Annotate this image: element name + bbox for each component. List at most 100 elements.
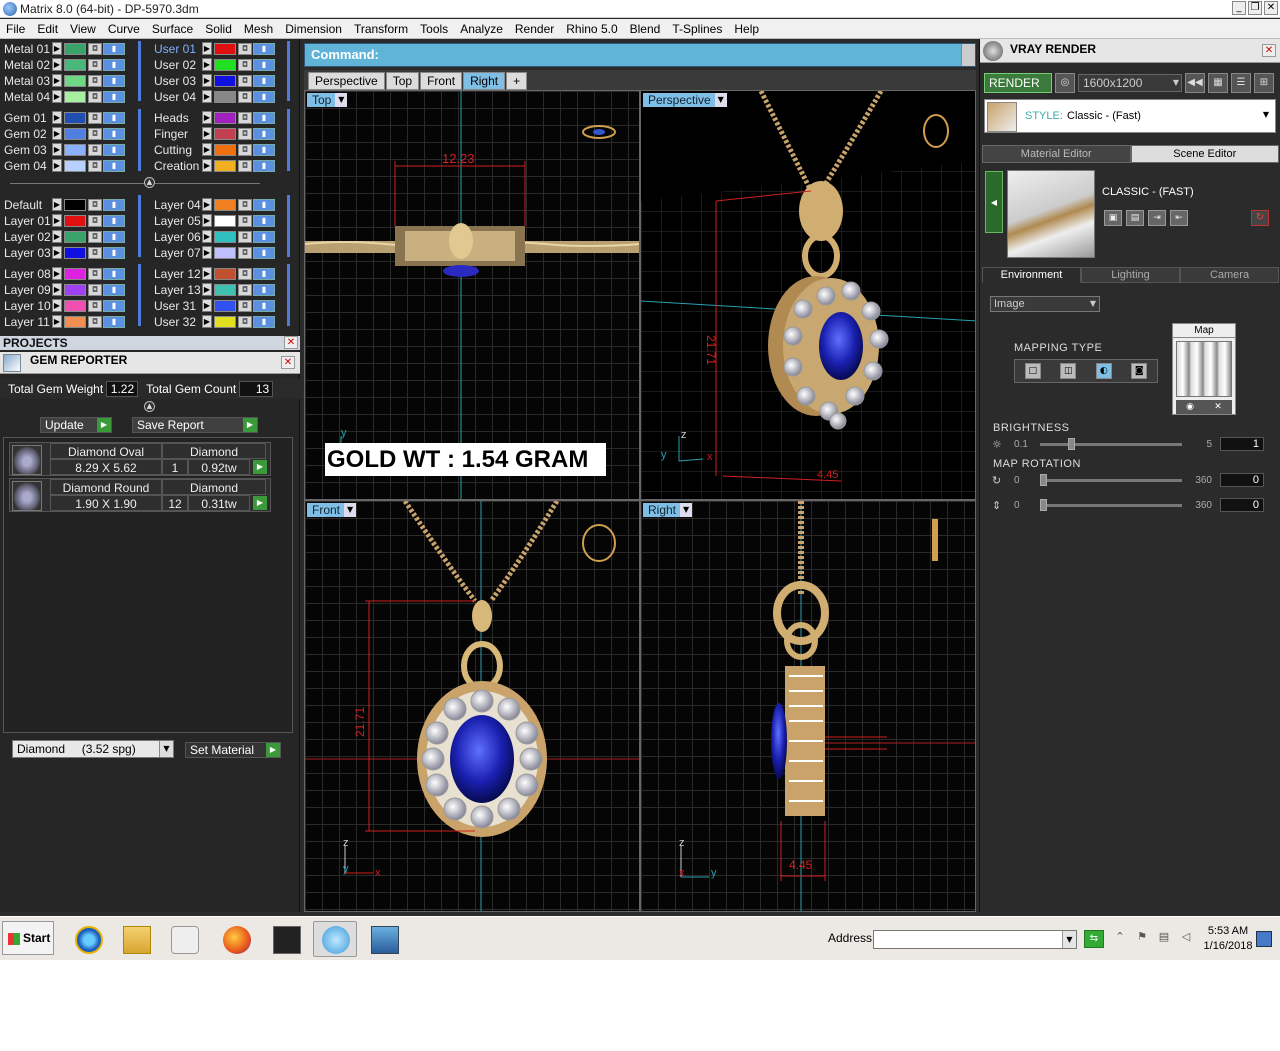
spherical-mapping-icon[interactable]: ◐ [1095, 363, 1112, 379]
visibility-icon[interactable]: ▮ [253, 74, 275, 87]
layer-color-swatch[interactable] [64, 127, 86, 140]
layer-expand-icon[interactable]: ▶ [52, 230, 62, 243]
brightness-value[interactable]: 1 [1220, 437, 1264, 451]
visibility-icon[interactable]: ▮ [103, 58, 125, 71]
layer-color-swatch[interactable] [64, 299, 86, 312]
layer-row[interactable]: Layer 08 ▶ ◘ ▮ [0, 266, 125, 281]
layer-row[interactable]: Layer 11 ▶ ◘ ▮ [0, 314, 125, 329]
layer-color-swatch[interactable] [64, 42, 86, 55]
image-viewer-icon[interactable] [362, 921, 406, 957]
close-gem-reporter-icon[interactable]: ✕ [281, 356, 295, 369]
go-icon[interactable]: ⇆ [1084, 930, 1104, 948]
collapse-totals-icon[interactable]: ▲ [144, 401, 155, 412]
layer-expand-icon[interactable]: ▶ [52, 127, 62, 140]
resolution-select[interactable]: 1600x1200 ▼ [1078, 74, 1182, 92]
material-select[interactable]: Diamond (3.52 spg) ▼ [12, 740, 174, 758]
lock-icon[interactable]: ◘ [238, 74, 252, 87]
layer-expand-icon[interactable]: ▶ [202, 58, 212, 71]
box-mapping-icon[interactable]: ◫ [1060, 363, 1077, 379]
lock-icon[interactable]: ◘ [238, 111, 252, 124]
file-explorer-icon[interactable] [114, 921, 158, 957]
layer-color-swatch[interactable] [64, 283, 86, 296]
layer-expand-icon[interactable]: ▶ [202, 315, 212, 328]
layer-row[interactable]: Layer 05 ▶ ◘ ▮ [150, 213, 275, 228]
rotation-knob[interactable] [1040, 473, 1047, 486]
tab-camera[interactable]: Camera [1180, 267, 1279, 283]
visibility-icon[interactable]: ▮ [253, 230, 275, 243]
layer-color-swatch[interactable] [64, 315, 86, 328]
add-view-tab[interactable]: + [506, 72, 528, 90]
layer-expand-icon[interactable]: ▶ [52, 246, 62, 259]
rotation-horizontal-slider[interactable]: ↻ 0 360 0 [992, 473, 1272, 487]
rotation-knob[interactable] [1040, 498, 1047, 511]
close-vray-icon[interactable]: ✕ [1262, 44, 1276, 57]
layer-expand-icon[interactable]: ▶ [202, 127, 212, 140]
visibility-icon[interactable]: ▮ [103, 283, 125, 296]
lock-icon[interactable]: ◘ [88, 42, 102, 55]
layer-expand-icon[interactable]: ▶ [202, 283, 212, 296]
collapse-layers-icon[interactable]: ▲ [144, 177, 155, 188]
tab-perspective[interactable]: Perspective [308, 72, 385, 90]
layer-color-swatch[interactable] [214, 42, 236, 55]
lock-icon[interactable]: ◘ [88, 267, 102, 280]
menu-dimension[interactable]: Dimension [279, 22, 348, 36]
layer-row[interactable]: Metal 01 ▶ ◘ ▮ [0, 41, 125, 56]
layer-row[interactable]: Gem 04 ▶ ◘ ▮ [0, 158, 125, 173]
grid-icon[interactable]: ⊞ [1254, 73, 1274, 93]
gem-select-icon[interactable]: ▶ [253, 496, 267, 510]
list-icon[interactable]: ☰ [1231, 73, 1251, 93]
layer-expand-icon[interactable]: ▶ [202, 246, 212, 259]
menu-blend[interactable]: Blend [624, 22, 667, 36]
menu-analyze[interactable]: Analyze [454, 22, 509, 36]
layer-color-swatch[interactable] [64, 246, 86, 259]
tab-right[interactable]: Right [463, 72, 506, 90]
layer-row[interactable]: Gem 01 ▶ ◘ ▮ [0, 110, 125, 125]
menu-surface[interactable]: Surface [146, 22, 199, 36]
map-picker-icon[interactable]: ◉ [1186, 400, 1194, 414]
lock-icon[interactable]: ◘ [238, 246, 252, 259]
lock-icon[interactable]: ◘ [88, 214, 102, 227]
layer-expand-icon[interactable]: ▶ [52, 214, 62, 227]
layer-expand-icon[interactable]: ▶ [202, 143, 212, 156]
layer-row[interactable]: User 31 ▶ ◘ ▮ [150, 298, 275, 313]
viewport-front-label[interactable]: Front ▼ [307, 503, 357, 517]
show-desktop-button[interactable] [1256, 931, 1272, 947]
visibility-icon[interactable]: ▮ [253, 143, 275, 156]
layer-expand-icon[interactable]: ▶ [202, 159, 212, 172]
layer-color-swatch[interactable] [64, 74, 86, 87]
rotation-value[interactable]: 0 [1220, 473, 1264, 487]
lock-icon[interactable]: ◘ [238, 267, 252, 280]
layer-color-swatch[interactable] [214, 111, 236, 124]
viewport-right-label[interactable]: Right ▼ [643, 503, 693, 517]
layer-color-swatch[interactable] [64, 111, 86, 124]
menu-edit[interactable]: Edit [31, 22, 64, 36]
visibility-icon[interactable]: ▮ [103, 299, 125, 312]
layer-expand-icon[interactable]: ▶ [202, 74, 212, 87]
viewport-perspective[interactable]: Perspective ▼ 21.71 4.45 z y x [640, 90, 976, 500]
visibility-icon[interactable]: ▮ [253, 315, 275, 328]
layer-color-swatch[interactable] [214, 198, 236, 211]
visibility-icon[interactable]: ▮ [103, 246, 125, 259]
layer-row[interactable]: Layer 04 ▶ ◘ ▮ [150, 197, 275, 212]
save-report-button[interactable]: Save Report ▶ [132, 416, 258, 434]
lock-icon[interactable]: ◘ [88, 74, 102, 87]
security-icon[interactable]: ⚑ [1134, 929, 1150, 945]
close-projects-icon[interactable]: ✕ [284, 336, 298, 349]
layer-expand-icon[interactable]: ▶ [202, 214, 212, 227]
menu-file[interactable]: File [0, 22, 31, 36]
save-as-scene-icon[interactable]: ▤ [1126, 210, 1144, 226]
layer-expand-icon[interactable]: ▶ [52, 315, 62, 328]
tab-top[interactable]: Top [385, 72, 420, 90]
layer-color-swatch[interactable] [214, 315, 236, 328]
environment-source-select[interactable]: Image ▼ [990, 296, 1100, 312]
menu-render[interactable]: Render [509, 22, 560, 36]
viewport-right[interactable]: Right ▼ 4.45 z y x [640, 500, 976, 912]
lock-icon[interactable]: ◘ [238, 58, 252, 71]
layer-row[interactable]: Metal 03 ▶ ◘ ▮ [0, 73, 125, 88]
visibility-icon[interactable]: ▮ [253, 111, 275, 124]
menu-tsplines[interactable]: T-Splines [666, 22, 728, 36]
layer-expand-icon[interactable]: ▶ [52, 267, 62, 280]
style-select[interactable]: STYLE: Classic - (Fast) ▼ [984, 99, 1276, 133]
visibility-icon[interactable]: ▮ [103, 230, 125, 243]
lock-icon[interactable]: ◘ [238, 283, 252, 296]
